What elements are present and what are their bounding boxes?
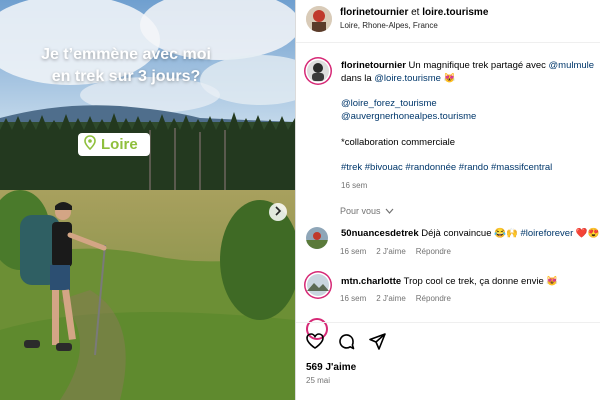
comment-1-time[interactable]: 16 sem — [340, 247, 366, 256]
caption-avatar[interactable] — [304, 57, 332, 85]
header-divider — [296, 42, 600, 43]
comment-2-meta: 16 sem 2 J'aime Répondre — [340, 294, 461, 303]
comment-2-reply[interactable]: Répondre — [416, 294, 451, 303]
comment-1-likes[interactable]: 2 J'aime — [376, 247, 406, 256]
comment-1-suffix: ❤️😍 — [573, 228, 600, 239]
likes-count[interactable]: 569 J'aime — [306, 362, 356, 373]
comment-avatar-1[interactable] — [306, 227, 328, 249]
caption-emoji: 😻 — [443, 73, 456, 84]
comment-2-likes[interactable]: 2 J'aime — [376, 294, 406, 303]
post-header-names: florinetournier et loire.tourisme — [340, 7, 488, 18]
header-connector: et — [411, 7, 420, 18]
pour-vous-toggle[interactable]: Pour vous — [340, 206, 394, 216]
caption-username[interactable]: florinetournier — [341, 60, 406, 71]
badge-label: Loire — [101, 136, 138, 153]
chevron-right-icon — [274, 203, 282, 221]
comment-2: mtn.charlotte Trop cool ce trek, ça donn… — [341, 276, 558, 288]
tag-auvergnerhonealpes[interactable]: @auvergnerhonealpes.tourisme — [341, 111, 476, 123]
comment-1: 50nuancesdetrek Déjà convaincue 😂🙌 #loir… — [341, 228, 600, 240]
caption-line-2: dans la @loire.tourisme 😻 — [341, 73, 455, 85]
caption-line-1: florinetournier Un magnifique trek parta… — [341, 60, 594, 72]
headline-line-2: en trek sur 3 jours? — [51, 68, 201, 85]
comment-1-meta: 16 sem 2 J'aime Répondre — [340, 247, 461, 256]
chevron-down-icon — [385, 206, 394, 216]
post-image[interactable]: Je t’emmène avec moi en trek sur 3 jours… — [0, 0, 295, 400]
comment-1-text: Déjà convaincue 😂🙌 — [418, 228, 521, 239]
post-details-panel: florinetournier et loire.tourisme Loire,… — [296, 0, 600, 400]
mention-loire-tourisme[interactable]: @loire.tourisme — [374, 73, 441, 84]
comment-1-reply[interactable]: Répondre — [416, 247, 451, 256]
comment-icon[interactable] — [338, 333, 355, 355]
caption-hashtags[interactable]: #trek #bivouac #randonnée #rando #massif… — [341, 162, 552, 174]
comment-avatar-2[interactable] — [304, 271, 332, 299]
heart-icon[interactable] — [306, 333, 324, 355]
loire-badge: Loire — [78, 133, 150, 156]
post-location[interactable]: Loire, Rhone-Alpes, France — [340, 21, 438, 30]
caption-line2-prefix: dans la — [341, 73, 375, 84]
post-actions — [306, 333, 386, 355]
map-pin-icon — [84, 134, 96, 155]
author-avatar[interactable] — [306, 6, 332, 32]
post-date[interactable]: 25 mai — [306, 376, 330, 385]
comment-1-hashtag[interactable]: #loireforever — [520, 228, 573, 239]
headline-line-1: Je t’emmène avec moi — [41, 46, 211, 63]
mention-mulmule[interactable]: @mulmule — [549, 60, 595, 71]
comment-1-username[interactable]: 50nuancesdetrek — [341, 228, 419, 239]
image-headline: Je t’emmène avec moi en trek sur 3 jours… — [12, 44, 240, 88]
tag-loire-forez[interactable]: @loire_forez_tourisme — [341, 98, 437, 110]
caption-text: Un magnifique trek partagé avec — [405, 60, 549, 71]
author-username[interactable]: florinetournier — [340, 7, 408, 18]
pour-vous-label: Pour vous — [340, 206, 381, 216]
comment-2-text: Trop cool ce trek, ça donne envie 😻 — [401, 276, 559, 287]
share-icon[interactable] — [369, 333, 386, 355]
comment-2-username[interactable]: mtn.charlotte — [341, 276, 401, 287]
comment-2-time[interactable]: 16 sem — [340, 294, 366, 303]
actions-divider — [296, 322, 600, 323]
caption-collab: *collaboration commerciale — [341, 137, 456, 148]
coauthor-username[interactable]: loire.tourisme — [422, 7, 488, 18]
next-image-button[interactable] — [269, 203, 287, 221]
caption-time[interactable]: 16 sem — [341, 180, 367, 192]
